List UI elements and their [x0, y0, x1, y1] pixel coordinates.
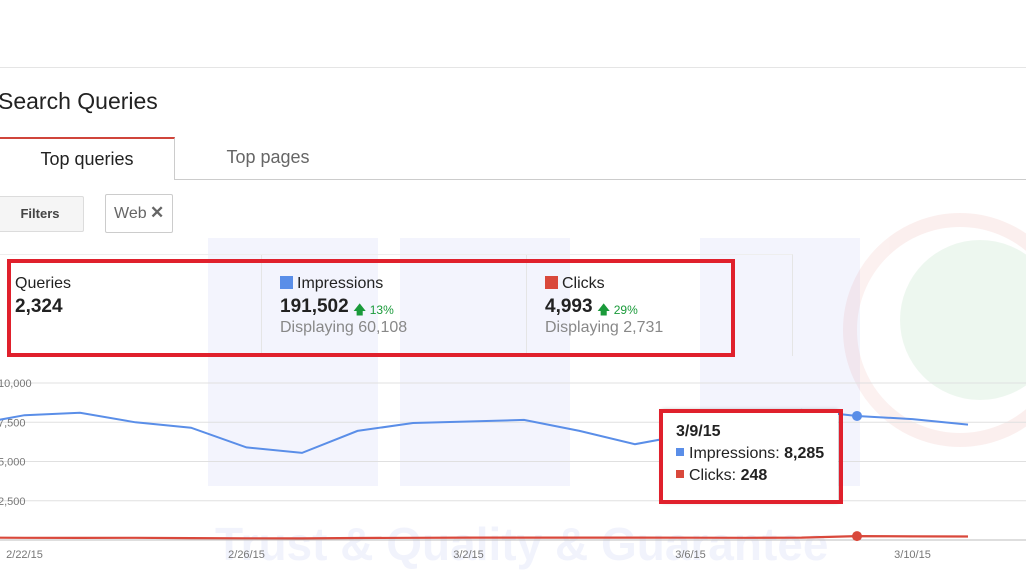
- y-tick-label: 2,500: [0, 496, 26, 508]
- tooltip-highlight-box: [659, 409, 843, 504]
- y-tick-label: 10,000: [0, 378, 32, 390]
- x-tick-label: 3/6/15: [675, 549, 706, 561]
- top-bar: [0, 0, 1026, 68]
- y-tick-label: 5,000: [0, 457, 26, 469]
- highlight-point-clicks: [852, 531, 862, 542]
- tab-top-queries[interactable]: Top queries: [0, 137, 175, 180]
- x-tick-label: 3/2/15: [453, 549, 484, 561]
- tab-top-pages[interactable]: Top pages: [174, 137, 362, 179]
- tab-bar: Top queries Top pages: [0, 137, 1026, 180]
- x-tick-label: 2/22/15: [6, 549, 43, 561]
- line-chart[interactable]: 10,0007,5005,0002,5002/22/15 2/26/15 3/2/1…: [0, 370, 1026, 582]
- series-line-clicks: [0, 534, 969, 540]
- x-tick-label: 2/26/15: [228, 549, 265, 561]
- page-title: Search Queries: [0, 88, 158, 114]
- close-icon[interactable]: ✕: [150, 203, 164, 223]
- filter-chip-label: Web: [114, 205, 147, 222]
- x-tick-label: 3/10/15: [894, 549, 931, 561]
- filter-chip-web[interactable]: Web ✕: [105, 194, 173, 233]
- metrics-highlight-box: [7, 259, 735, 357]
- filters-button[interactable]: Filters: [0, 196, 84, 232]
- highlight-point-impressions: [852, 410, 862, 421]
